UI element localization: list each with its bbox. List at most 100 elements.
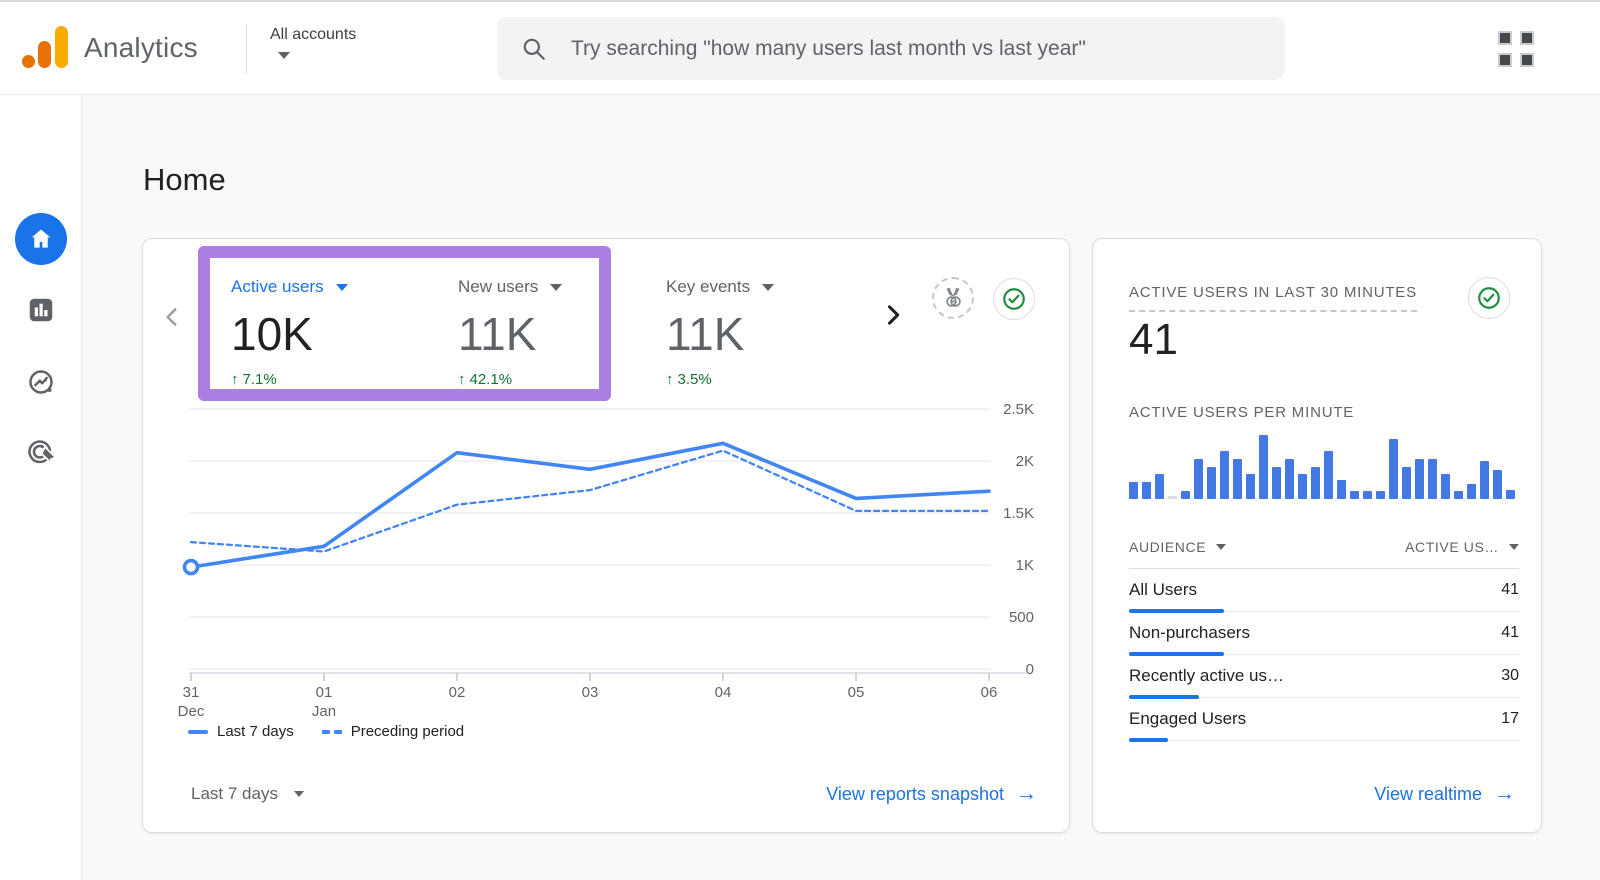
svg-text:500: 500 [1009, 609, 1034, 626]
search-bar[interactable] [497, 17, 1285, 80]
metric-change: ↑ 3.5% [666, 371, 712, 388]
forward-arrow-icon: → [1016, 782, 1037, 805]
trend-chart: 2.5K 2K 1.5K 1K 500 0 31 Dec 01 Jan 02 03 04 05 06 [178, 401, 1034, 720]
minute-bar [1246, 474, 1255, 499]
svg-text:Jan: Jan [312, 703, 336, 720]
chevron-down-icon [762, 283, 775, 291]
active-users-column-header[interactable]: ACTIVE US… [1405, 539, 1519, 555]
view-realtime-link[interactable]: View realtime → [1374, 782, 1515, 806]
svg-text:06: 06 [981, 684, 998, 701]
sidebar-item-reports[interactable] [0, 295, 82, 325]
advertising-icon [28, 440, 56, 465]
svg-text:01: 01 [316, 684, 333, 701]
insight-check-icon[interactable] [993, 278, 1035, 320]
solid-line-swatch [188, 729, 208, 734]
view-reports-snapshot-link[interactable]: View reports snapshot → [826, 782, 1037, 806]
minute-bar [1142, 482, 1151, 499]
explore-icon [29, 370, 53, 394]
minute-bar [1285, 459, 1294, 499]
legend-last-7-days: Last 7 days [188, 723, 294, 740]
benchmark-medal-icon[interactable] [932, 277, 974, 319]
forward-arrow-icon: → [1494, 782, 1515, 805]
minute-bar [1493, 469, 1502, 499]
search-icon [523, 38, 545, 60]
minute-bar [1181, 491, 1190, 499]
search-input[interactable] [569, 35, 1261, 62]
chevron-down-icon [293, 791, 304, 797]
minute-bar [1168, 496, 1177, 499]
minute-bar [1415, 459, 1424, 499]
minute-bar [1506, 490, 1515, 499]
minute-bar [1207, 467, 1216, 499]
analytics-logo-icon [22, 26, 68, 70]
minute-bar [1363, 491, 1372, 499]
legend-preceding-period: Preceding period [321, 723, 464, 740]
minute-bar [1428, 459, 1437, 499]
minute-bar [1324, 451, 1333, 499]
account-switcher[interactable]: All accounts [270, 26, 356, 64]
brand: Analytics [22, 26, 198, 70]
metric-value: 11K [666, 308, 745, 360]
svg-text:2K: 2K [1016, 453, 1034, 470]
metric-dropdown[interactable]: New users [458, 277, 563, 297]
metric-change: ↑ 42.1% [458, 371, 513, 388]
audience-table-header: AUDIENCE ACTIVE US… [1129, 539, 1519, 569]
svg-text:05: 05 [848, 684, 865, 701]
sidebar [0, 95, 82, 880]
per-minute-title: ACTIVE USERS PER MINUTE [1129, 404, 1355, 421]
svg-text:03: 03 [582, 684, 599, 701]
metric-dropdown[interactable]: Active users [231, 277, 348, 297]
realtime-check-icon[interactable] [1468, 277, 1510, 319]
minute-bar [1454, 491, 1463, 499]
sidebar-item-home[interactable] [0, 213, 82, 265]
metric-dropdown[interactable]: Key events [666, 277, 775, 297]
sidebar-item-explore[interactable] [0, 367, 82, 397]
metric-new-users: New users 11K ↑ 42.1% [458, 277, 563, 388]
chevron-down-icon [278, 52, 290, 59]
audience-column-header[interactable]: AUDIENCE [1129, 539, 1227, 555]
minute-bar [1402, 467, 1411, 499]
up-arrow-icon: ↑ [231, 371, 239, 388]
date-range-selector[interactable]: Last 7 days [191, 784, 304, 804]
metric-change: ↑ 7.1% [231, 371, 277, 388]
row-progress-bar [1129, 738, 1169, 742]
minute-bar [1376, 491, 1385, 499]
apps-grid-icon[interactable] [1498, 31, 1534, 67]
topbar: Analytics All accounts [0, 0, 1600, 95]
metrics-prev-chevron[interactable] [159, 304, 185, 330]
chart-legend: Last 7 days Preceding period [188, 723, 464, 740]
svg-text:1.5K: 1.5K [1003, 505, 1034, 522]
page-title: Home [143, 162, 226, 197]
minute-bar [1311, 467, 1320, 499]
chevron-down-icon [550, 283, 563, 291]
minute-bar [1129, 482, 1138, 499]
metric-active-users: Active users 10K ↑ 7.1% [231, 277, 348, 388]
brand-name: Analytics [84, 32, 198, 63]
minute-bar [1155, 474, 1164, 499]
svg-text:04: 04 [715, 684, 732, 701]
minute-bar [1337, 479, 1346, 499]
minute-bar [1220, 451, 1229, 499]
table-row: Engaged Users 17 [1129, 698, 1519, 742]
audience-table: AUDIENCE ACTIVE US… All Users 41 Non-pur… [1129, 539, 1519, 742]
up-arrow-icon: ↑ [666, 371, 674, 388]
sidebar-item-advertising[interactable] [0, 438, 82, 468]
minute-bar [1480, 460, 1489, 499]
svg-text:31: 31 [183, 684, 200, 701]
metric-key-events: Key events 11K ↑ 3.5% [666, 277, 775, 388]
minute-bar [1350, 491, 1359, 499]
table-row: Recently active us… 30 [1129, 655, 1519, 699]
topbar-divider [246, 24, 247, 74]
overview-card: Active users 10K ↑ 7.1% New users 11K ↑ 42… [142, 238, 1070, 833]
table-row: All Users 41 [1129, 569, 1519, 613]
realtime-card: ACTIVE USERS IN LAST 30 MINUTES 41 ACTIV… [1092, 238, 1542, 833]
table-row: Non-purchasers 41 [1129, 612, 1519, 656]
realtime-title: ACTIVE USERS IN LAST 30 MINUTES [1129, 284, 1417, 312]
chevron-down-icon [1509, 544, 1519, 550]
minute-bar [1259, 435, 1268, 499]
minute-bar [1272, 467, 1281, 499]
svg-text:Dec: Dec [178, 703, 205, 720]
svg-text:02: 02 [449, 684, 466, 701]
metrics-next-chevron[interactable] [879, 301, 907, 329]
bar-chart-icon [29, 298, 53, 322]
